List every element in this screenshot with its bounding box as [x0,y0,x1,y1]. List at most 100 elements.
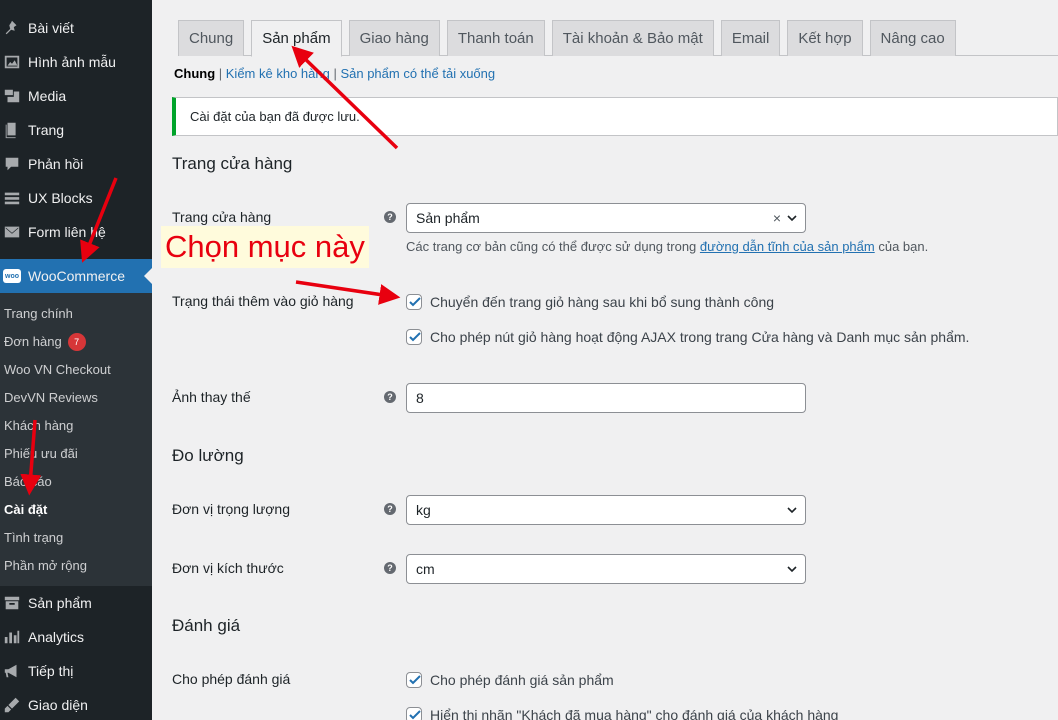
weight-unit-label: Đơn vị trọng lượng [172,501,291,517]
enable-reviews-option: Cho phép đánh giá sản phẩm [406,672,614,688]
redirect-to-cart-checkbox[interactable] [406,294,422,310]
check-icon [409,332,421,342]
placeholder-image-input[interactable]: 8 [406,383,806,413]
submenu-item-orders[interactable]: Đơn hàng 7 [0,328,152,356]
chevron-down-icon [787,215,797,222]
shop-page-select[interactable]: Sản phẩm × [406,203,806,233]
subnav-link-downloadable[interactable]: Sản phẩm có thể tải xuống [340,66,495,81]
submenu-item-customers[interactable]: Khách hàng [0,412,152,440]
mail-icon [2,222,22,242]
ajax-add-to-cart-checkbox[interactable] [406,329,422,345]
tab-emails[interactable]: Email [720,20,781,56]
menu-item-marketing[interactable]: Tiếp thị [0,654,152,688]
cart-behaviour-label: Trạng thái thêm vào giỏ hàng [172,293,354,309]
blocks-icon [2,188,22,208]
menu-label: Giao diện [28,697,88,713]
menu-item-images[interactable]: Hình ảnh mẫu [0,45,152,79]
tab-general[interactable]: Chung [178,20,245,56]
current-menu-arrow [144,268,152,284]
dimension-unit-select[interactable]: cm [406,554,806,584]
menu-item-media[interactable]: Media [0,79,152,113]
archive-icon [2,593,22,613]
clear-icon[interactable]: × [773,204,781,232]
menu-label: Tiếp thị [28,663,74,679]
page-icon [2,120,22,140]
menu-label: Analytics [28,629,85,645]
weight-unit-select[interactable]: kg [406,495,806,525]
media-icon [2,86,22,106]
section-subnav: Chung | Kiểm kê kho hàng | Sản phẩm có t… [174,66,496,81]
menu-label: Phản hồi [28,156,84,172]
check-icon [409,297,421,307]
menu-item-analytics[interactable]: Analytics [0,620,152,654]
weight-unit-value: kg [416,502,431,518]
settings-tabs: Chung Sản phẩm Giao hàng Thanh toán Tài … [178,20,1058,57]
help-icon[interactable]: ? [384,503,396,515]
admin-sidebar: Bài viết Hình ảnh mẫu Media Trang Phản h… [0,0,152,720]
enable-reviews-label: Cho phép đánh giá [172,671,291,687]
menu-label: Form liên hệ [28,224,106,240]
menu-label: WooCommerce [28,268,125,284]
annotation-callout: Chọn mục này [161,226,369,268]
shop-page-label: Trang cửa hàng [172,209,272,225]
submenu-item-woo-vn-checkout[interactable]: Woo VN Checkout [0,356,152,384]
ajax-add-to-cart-option: Cho phép nút giỏ hàng hoạt động AJAX tro… [406,329,969,345]
tab-payments[interactable]: Thanh toán [446,20,545,56]
tab-integration[interactable]: Kết hợp [787,20,863,56]
help-icon[interactable]: ? [384,391,396,403]
menu-label: Media [28,88,67,104]
tab-products[interactable]: Sản phẩm [251,20,342,57]
check-icon [409,710,421,720]
verified-owner-checkbox[interactable] [406,707,422,720]
help-icon[interactable]: ? [384,562,396,574]
menu-item-comments[interactable]: Phản hồi [0,147,152,181]
checkbox-label: Chuyển đến trang giỏ hàng sau khi bổ sun… [430,294,775,310]
menu-label: Bài viết [28,20,74,36]
menu-item-ux-blocks[interactable]: UX Blocks [0,181,152,215]
shop-page-value: Sản phẩm [416,210,480,226]
enable-reviews-checkbox[interactable] [406,672,422,688]
comment-icon [2,154,22,174]
dimension-unit-value: cm [416,561,435,577]
submenu-item-coupons[interactable]: Phiếu ưu đãi [0,440,152,468]
menu-item-products[interactable]: Sản phẩm [0,586,152,620]
submenu-item-reports[interactable]: Báo cáo [0,468,152,496]
menu-item-pages[interactable]: Trang [0,113,152,147]
menu-item-contact-form[interactable]: Form liên hệ [0,215,152,249]
dimension-unit-label: Đơn vị kích thước [172,560,284,576]
submenu-item-status[interactable]: Tình trạng [0,524,152,552]
woocommerce-submenu: Trang chính Đơn hàng 7 Woo VN Checkout De… [0,293,152,586]
menu-label: Trang [28,122,65,138]
subnav-current: Chung [174,66,216,81]
saved-notice: Cài đặt của bạn đã được lưu. [172,97,1058,136]
checkbox-label: Hiển thị nhãn "Khách đã mua hàng" cho đá… [430,707,839,720]
menu-item-woocommerce[interactable]: woo WooCommerce [0,259,152,293]
tab-accounts-privacy[interactable]: Tài khoản & Bảo mật [551,20,714,56]
brush-icon [2,695,22,715]
woocommerce-logo-icon: woo [2,266,22,286]
tab-advanced[interactable]: Nâng cao [869,20,956,56]
menu-label: Hình ảnh mẫu [28,54,116,70]
section-title-shop: Trang cửa hàng [172,154,293,173]
checkbox-label: Cho phép đánh giá sản phẩm [430,672,614,688]
chevron-down-icon [787,566,797,573]
placeholder-image-label: Ảnh thay thế [172,389,251,405]
help-icon[interactable]: ? [384,211,396,223]
menu-label: UX Blocks [28,190,93,206]
submenu-item-extensions[interactable]: Phần mở rộng [0,552,152,580]
menu-label: Sản phẩm [28,595,92,611]
image-icon [2,52,22,72]
submenu-item-settings[interactable]: Cài đặt [0,496,152,524]
subnav-link-inventory[interactable]: Kiểm kê kho hàng [226,66,330,81]
menu-item-posts[interactable]: Bài viết [0,11,152,45]
tab-shipping[interactable]: Giao hàng [348,20,440,56]
submenu-item-home[interactable]: Trang chính [0,300,152,328]
check-icon [409,675,421,685]
section-title-reviews: Đánh giá [172,616,241,635]
menu-item-appearance[interactable]: Giao diện [0,688,152,720]
submenu-item-devvn-reviews[interactable]: DevVN Reviews [0,384,152,412]
section-title-measurements: Đo lường [172,446,244,465]
megaphone-icon [2,661,22,681]
checkbox-label: Cho phép nút giỏ hàng hoạt động AJAX tro… [430,329,970,345]
permalink-link[interactable]: đường dẫn tĩnh của sản phẩm [700,239,875,254]
